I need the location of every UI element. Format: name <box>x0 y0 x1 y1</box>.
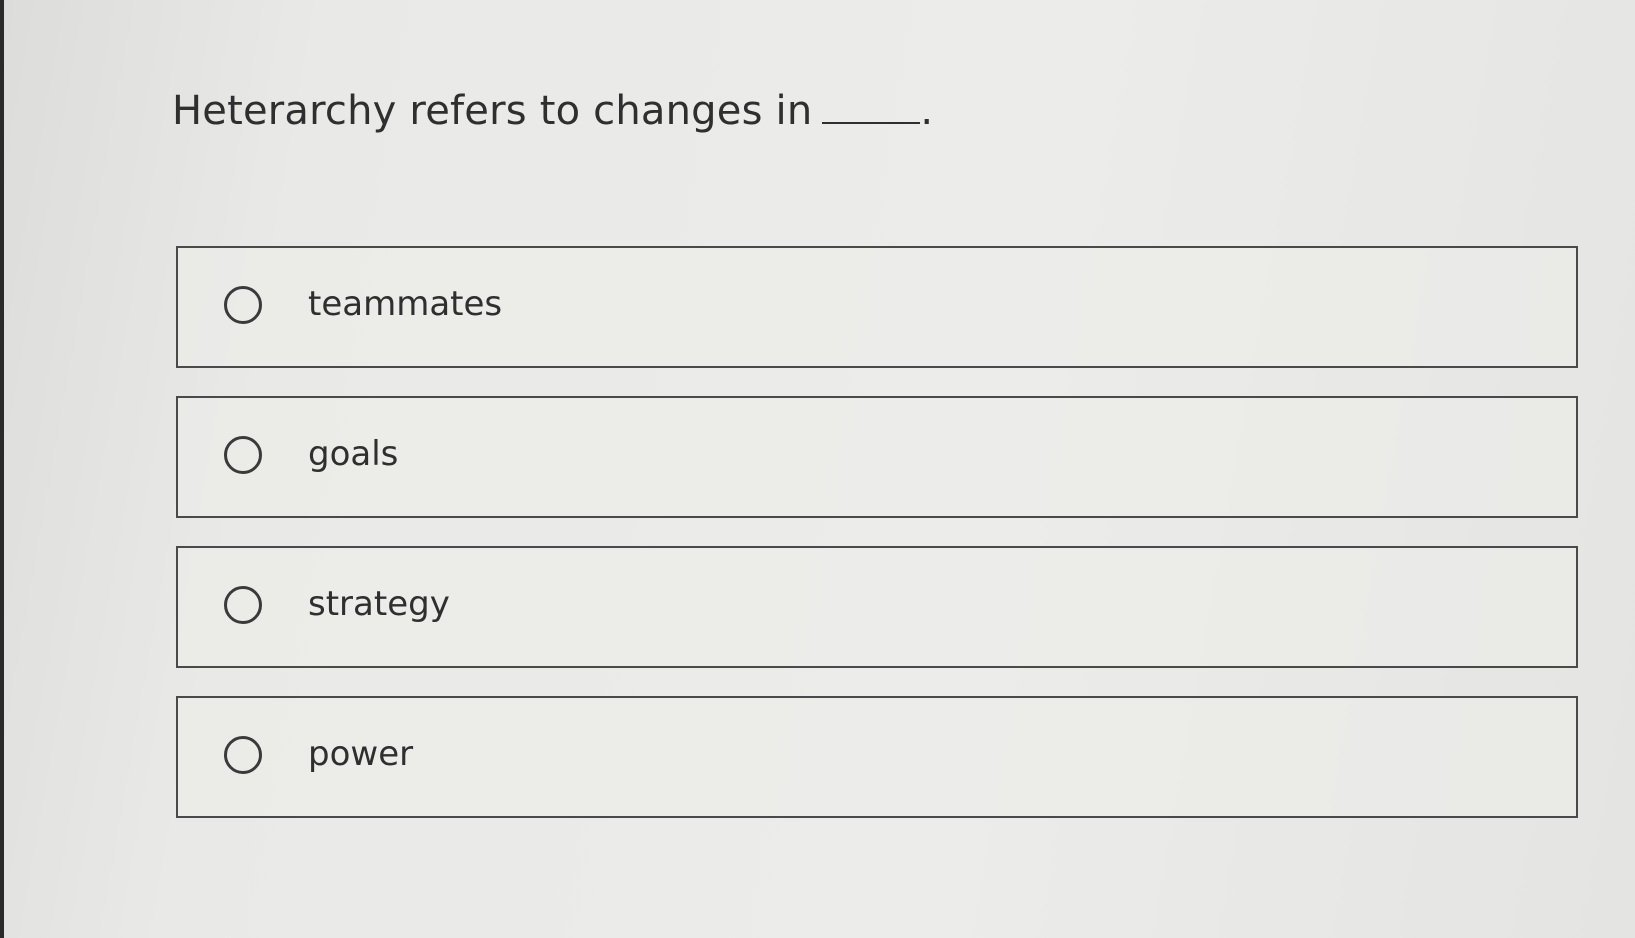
option-label: goals <box>308 434 399 474</box>
radio-button-icon[interactable] <box>224 736 262 774</box>
option-strategy[interactable]: strategy <box>176 546 1578 668</box>
option-teammates[interactable]: teammates <box>176 246 1578 368</box>
quiz-screen: Heterarchy refers to changes in. teammat… <box>0 0 1635 938</box>
option-power[interactable]: power <box>176 696 1578 818</box>
screen-bezel <box>0 0 4 938</box>
radio-button-icon[interactable] <box>224 286 262 324</box>
option-label: strategy <box>308 584 450 624</box>
radio-button-icon[interactable] <box>224 436 262 474</box>
option-label: power <box>308 734 414 774</box>
fill-in-blank <box>822 92 921 124</box>
option-label: teammates <box>308 284 503 324</box>
question-text: Heterarchy refers to changes in. <box>172 88 933 134</box>
question-period: . <box>920 88 934 134</box>
option-goals[interactable]: goals <box>176 396 1578 518</box>
question-prompt: Heterarchy refers to changes in <box>172 88 813 134</box>
radio-button-icon[interactable] <box>224 586 262 624</box>
answer-options: teammates goals strategy power <box>176 246 1578 846</box>
